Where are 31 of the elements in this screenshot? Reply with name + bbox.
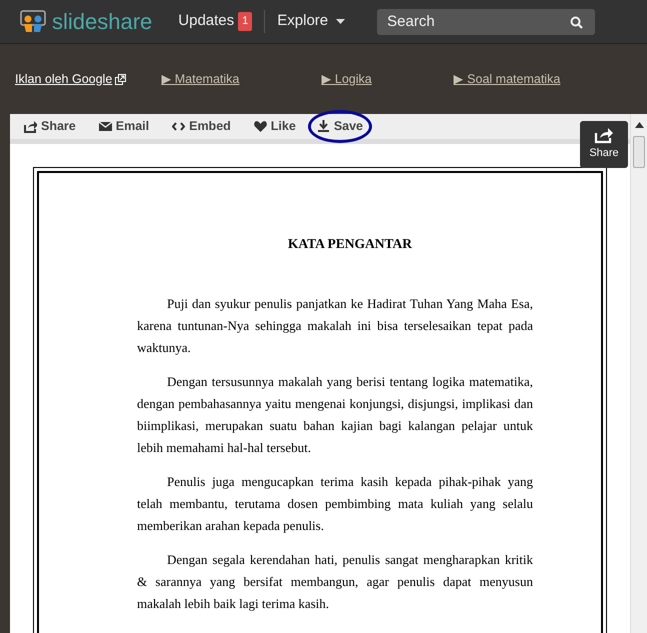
document-paragraph: Dengan tersusunnya makalah yang berisi tentang logika matematika, dengan pembahasannya yaitu mengenai konjungsi, disjungsi, implikasi dan biimplikasi, merupakan suatu bahan kajian bagi kalangan pelajar untuk lebih memahami hal-hal tersebut. — [137, 373, 533, 457]
ad-link[interactable]: ▶ Logika — [321, 70, 372, 88]
document-title: KATA PENGANTAR — [286, 235, 414, 253]
email-icon — [98, 120, 112, 133]
like-icon — [254, 120, 267, 133]
document-paragraph: Puji dan syukur penulis panjatkan ke Hadirat Tuhan Yang Maha Esa, karena tuntunan-Nya sehingga makalah ini bisa terselesaikan tepat pada waktunya. — [137, 295, 533, 357]
nav-link[interactable]: Updates 1 — [166, 10, 266, 33]
share-icon — [24, 120, 37, 133]
search-icon[interactable] — [570, 16, 584, 28]
document-paragraph: Penulis juga mengucapkan terima kasih kepada pihak-pihak yang telah membantu, terutama dosen pembimbing mata kuliah yang selalu memberikan arahan kepada penulis. — [137, 473, 533, 535]
ad-link[interactable]: ▶ Matematika — [161, 70, 240, 88]
notification-badge: 1 — [238, 12, 252, 31]
scroll-up-icon[interactable] — [635, 122, 644, 128]
scrollbar-thumb[interactable] — [633, 136, 645, 168]
share-button[interactable]: Share — [22, 117, 78, 136]
like-button[interactable]: Like — [252, 117, 298, 136]
email-button[interactable]: Email — [96, 117, 152, 136]
nav-link[interactable]: Explore — [265, 10, 358, 33]
document-paragraph: Dengan segala kerendahan hati, penulis sangat mengharapkan kritik & sarannya yang bersifat membangun, agar penulis dapat menyusun makalah lebih baik lagi terima kasih. — [137, 551, 533, 613]
external-link-icon — [115, 74, 126, 84]
embed-icon — [172, 120, 186, 133]
ad-link[interactable]: ▶ Soal matematika — [454, 70, 560, 88]
search-field[interactable]: Search — [377, 8, 596, 34]
save-icon — [316, 120, 330, 133]
ad-label-link[interactable]: Iklan oleh Google — [15, 70, 126, 88]
logo[interactable]: slideshare — [52, 5, 152, 38]
save-button[interactable]: Save — [308, 110, 372, 143]
logo-icon[interactable] — [20, 10, 46, 34]
share-icon — [594, 127, 614, 144]
share-button[interactable]: Share — [580, 121, 628, 168]
embed-button[interactable]: Embed — [170, 117, 233, 136]
